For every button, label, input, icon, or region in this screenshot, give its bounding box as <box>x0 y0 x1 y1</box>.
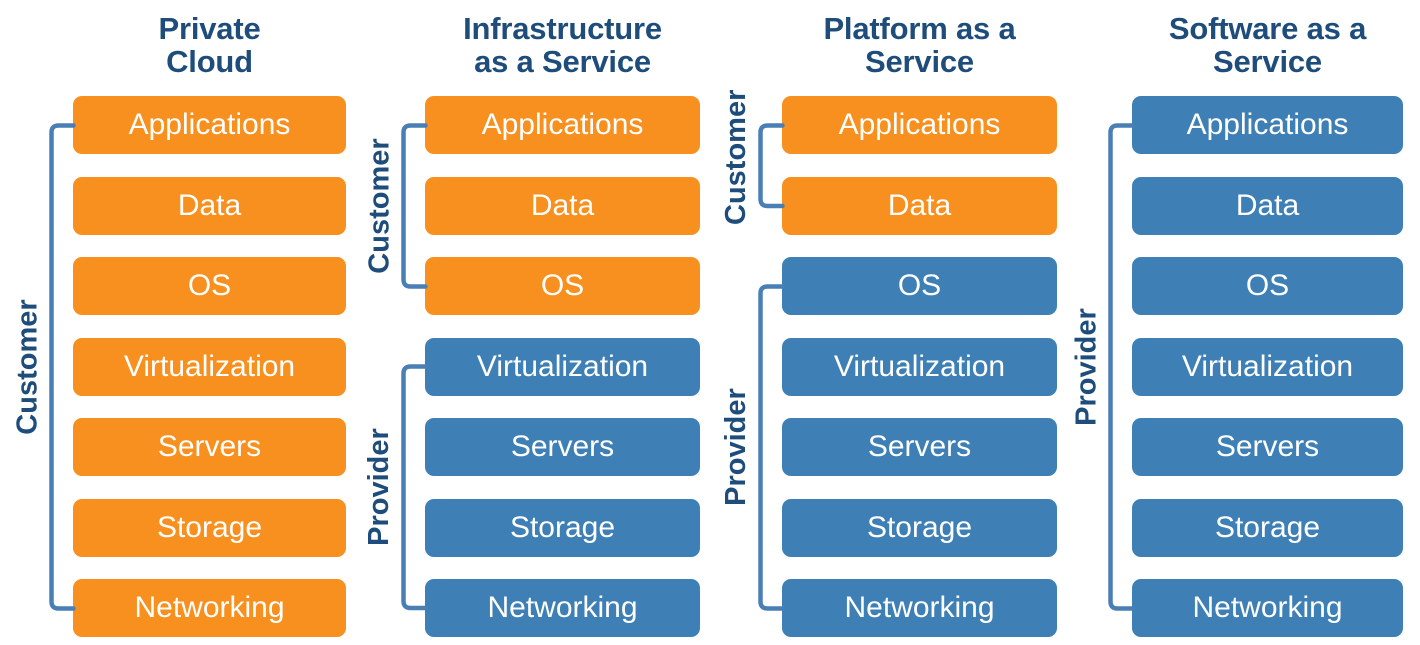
layer-box-software-as-a-service-data[interactable]: Data <box>1132 176 1403 235</box>
layer-box-software-as-a-service-os[interactable]: OS <box>1132 257 1403 315</box>
column-title-private-cloud: Private Cloud <box>158 11 261 80</box>
layer-box-infrastructure-as-a-service-applications[interactable]: Applications <box>425 96 700 154</box>
layer-box-infrastructure-as-a-service-servers[interactable]: Servers <box>425 418 700 476</box>
layer-label: Networking <box>134 591 285 624</box>
layer-label: Applications <box>1186 108 1349 141</box>
service-model-column-platform-as-a-service: Platform as a Service Applications Data OS V… <box>782 0 1057 645</box>
bracket-label-infrastructure-as-a-service-customer: Customer <box>363 137 395 274</box>
layer-box-infrastructure-as-a-service-networking[interactable]: Networking <box>425 579 700 637</box>
layer-box-private-cloud-storage[interactable]: Storage <box>73 498 346 557</box>
layer-label: Servers <box>510 430 615 463</box>
layer-box-private-cloud-applications[interactable]: Applications <box>73 96 346 154</box>
layer-box-platform-as-a-service-storage[interactable]: Storage <box>782 498 1057 557</box>
layer-label: Storage <box>509 510 616 544</box>
bracket-label-platform-as-a-service-customer: Customer <box>720 89 752 226</box>
layer-label: Servers <box>157 430 262 463</box>
bracket-label-software-as-a-service-provider: Provider <box>1070 307 1102 426</box>
layer-label: Virtualization <box>833 349 1006 383</box>
layer-label: Data <box>530 188 595 222</box>
layer-label: Networking <box>487 591 638 624</box>
layer-box-software-as-a-service-networking[interactable]: Networking <box>1132 579 1403 637</box>
layer-label: Networking <box>1192 591 1343 624</box>
layer-label: OS <box>540 269 585 302</box>
cloud-service-models-diagram: Private Cloud Applications Data OS Virtualiz… <box>0 0 1420 645</box>
layer-box-platform-as-a-service-data[interactable]: Data <box>782 176 1057 235</box>
layer-label: OS <box>187 269 232 302</box>
layer-box-private-cloud-servers[interactable]: Servers <box>73 418 346 476</box>
layer-box-infrastructure-as-a-service-data[interactable]: Data <box>425 176 700 235</box>
layer-box-platform-as-a-service-servers[interactable]: Servers <box>782 418 1057 476</box>
bracket-label-infrastructure-as-a-service-provider: Provider <box>363 428 395 547</box>
layer-label: Data <box>1235 188 1300 222</box>
column-title-software-as-a-service: Software as a Service <box>1168 11 1367 80</box>
layer-label: Virtualization <box>1181 349 1354 383</box>
layer-label: Applications <box>128 108 291 141</box>
bracket-label-platform-as-a-service-provider: Provider <box>720 388 752 506</box>
layer-box-software-as-a-service-applications[interactable]: Applications <box>1132 96 1403 154</box>
service-model-column-software-as-a-service: Software as a Service Applications Data OS V… <box>1132 0 1403 645</box>
bracket-private-cloud-customer <box>47 121 78 613</box>
column-title-platform-as-a-service: Platform as a Service <box>823 11 1016 80</box>
layer-box-platform-as-a-service-networking[interactable]: Networking <box>782 579 1057 637</box>
service-model-column-infrastructure-as-a-service: Infrastructure as a Service Applications D… <box>425 0 700 645</box>
bracket-infrastructure-as-a-service-customer <box>399 121 430 291</box>
layer-box-private-cloud-virtualization[interactable]: Virtualization <box>73 337 346 396</box>
layer-label: Storage <box>156 510 263 544</box>
bracket-platform-as-a-service-provider <box>756 282 787 613</box>
layer-box-infrastructure-as-a-service-storage[interactable]: Storage <box>425 498 700 557</box>
layer-label: Applications <box>481 108 644 141</box>
layer-box-private-cloud-data[interactable]: Data <box>73 176 346 235</box>
layer-box-private-cloud-networking[interactable]: Networking <box>73 579 346 637</box>
bracket-infrastructure-as-a-service-provider <box>399 362 430 613</box>
layer-label: Virtualization <box>476 349 649 383</box>
layer-label: OS <box>1245 269 1290 302</box>
layer-label: Data <box>887 188 952 222</box>
layer-label: Data <box>177 188 242 222</box>
layer-label: Storage <box>1214 510 1321 544</box>
bracket-label-private-cloud-customer: Customer <box>11 298 43 435</box>
layer-box-software-as-a-service-servers[interactable]: Servers <box>1132 418 1403 476</box>
layer-box-platform-as-a-service-os[interactable]: OS <box>782 257 1057 315</box>
layer-box-software-as-a-service-virtualization[interactable]: Virtualization <box>1132 337 1403 396</box>
layer-box-infrastructure-as-a-service-os[interactable]: OS <box>425 257 700 315</box>
layer-box-platform-as-a-service-applications[interactable]: Applications <box>782 96 1057 154</box>
layer-box-private-cloud-os[interactable]: OS <box>73 257 346 315</box>
bracket-software-as-a-service-provider <box>1106 121 1137 613</box>
layer-label: OS <box>897 269 942 302</box>
layer-label: Servers <box>867 430 972 463</box>
layer-label: Applications <box>838 108 1001 141</box>
column-title-infrastructure-as-a-service: Infrastructure as a Service <box>463 11 662 80</box>
service-model-column-private-cloud: Private Cloud Applications Data OS Virtualiz… <box>73 0 346 645</box>
layer-label: Networking <box>844 591 995 624</box>
layer-label: Virtualization <box>123 349 296 383</box>
layer-box-platform-as-a-service-virtualization[interactable]: Virtualization <box>782 337 1057 396</box>
bracket-platform-as-a-service-customer <box>756 121 787 211</box>
layer-box-software-as-a-service-storage[interactable]: Storage <box>1132 498 1403 557</box>
layer-label: Servers <box>1215 430 1320 463</box>
layer-label: Storage <box>866 510 973 544</box>
layer-box-infrastructure-as-a-service-virtualization[interactable]: Virtualization <box>425 337 700 396</box>
